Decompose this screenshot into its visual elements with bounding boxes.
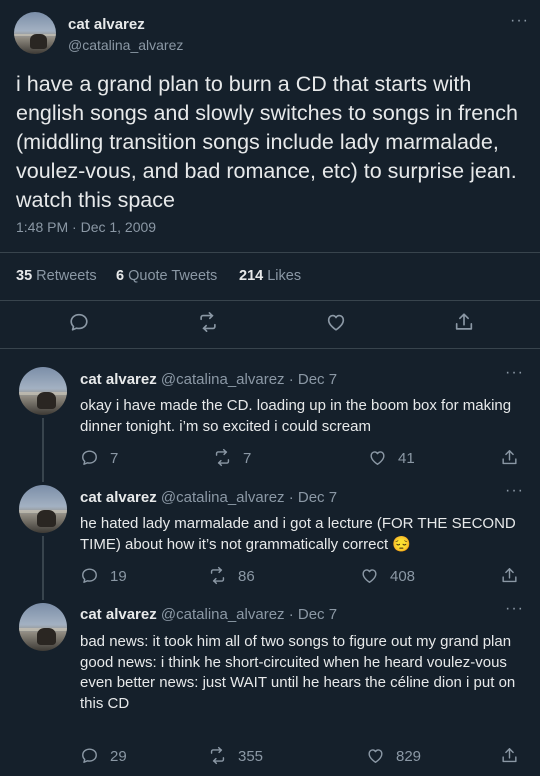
- author-name[interactable]: cat alvarez: [80, 489, 157, 506]
- divider: [0, 348, 540, 349]
- reply-header: cat alvarez @catalina_alvarez · Dec 7: [80, 489, 337, 506]
- reply-icon[interactable]: [80, 448, 99, 467]
- reply-text: he hated lady marmalade and i got a lect…: [80, 515, 520, 553]
- share-icon[interactable]: [500, 566, 519, 585]
- more-options-icon[interactable]: ···: [505, 601, 524, 617]
- likes-count: 214: [239, 268, 264, 284]
- author-name[interactable]: cat alvarez: [80, 371, 157, 388]
- retweet-icon[interactable]: [213, 448, 232, 467]
- tweet-timestamp[interactable]: 1:48 PM · Dec 1, 2009: [16, 219, 156, 235]
- likes-stat[interactable]: 214 Likes: [239, 268, 301, 284]
- more-options-icon[interactable]: ···: [505, 365, 524, 381]
- reply-text: bad news: it took him all of two songs t…: [80, 633, 516, 712]
- divider: [0, 300, 540, 301]
- avatar[interactable]: [19, 367, 67, 415]
- share-icon[interactable]: [500, 448, 519, 467]
- like-icon[interactable]: [325, 311, 347, 333]
- quotes-stat[interactable]: 6 Quote Tweets: [116, 268, 217, 284]
- quotes-count: 6: [116, 268, 125, 284]
- tweet-text: i have a grand plan to burn a CD that st…: [16, 72, 518, 212]
- reply-meta[interactable]: @catalina_alvarez · Dec 7: [161, 489, 337, 506]
- thread-line: [42, 536, 44, 600]
- like-icon[interactable]: [368, 448, 387, 467]
- reply-count: 19: [110, 568, 127, 585]
- reply-icon[interactable]: [80, 746, 99, 765]
- retweets-count: 35: [16, 268, 33, 284]
- avatar[interactable]: [19, 485, 67, 533]
- more-options-icon[interactable]: ···: [505, 483, 524, 499]
- retweets-stat[interactable]: 35 Retweets: [16, 268, 97, 284]
- retweet-icon[interactable]: [208, 746, 227, 765]
- avatar[interactable]: [14, 12, 56, 54]
- retweet-icon[interactable]: [197, 311, 219, 333]
- quotes-label: Quote Tweets: [128, 268, 218, 284]
- retweet-icon[interactable]: [208, 566, 227, 585]
- likes-label: Likes: [267, 268, 302, 284]
- retweet-count: 86: [238, 568, 255, 585]
- retweets-label: Retweets: [36, 268, 97, 284]
- like-count: 408: [390, 568, 416, 585]
- reply-text: okay i have made the CD. loading up in t…: [80, 397, 516, 435]
- reply-count: 7: [110, 450, 119, 467]
- more-options-icon[interactable]: ···: [510, 13, 529, 29]
- reply-header: cat alvarez @catalina_alvarez · Dec 7: [80, 371, 337, 388]
- reply-icon[interactable]: [68, 311, 90, 333]
- author-handle[interactable]: @catalina_alvarez: [68, 37, 183, 53]
- author-name[interactable]: cat alvarez: [68, 16, 145, 33]
- author-name[interactable]: cat alvarez: [80, 606, 157, 623]
- reply-icon[interactable]: [80, 566, 99, 585]
- divider: [0, 252, 540, 253]
- reply-meta[interactable]: @catalina_alvarez · Dec 7: [161, 371, 337, 388]
- reply-meta[interactable]: @catalina_alvarez · Dec 7: [161, 606, 337, 623]
- share-icon[interactable]: [500, 746, 519, 765]
- share-icon[interactable]: [453, 311, 475, 333]
- like-icon[interactable]: [366, 746, 385, 765]
- reply-header: cat alvarez @catalina_alvarez · Dec 7: [80, 606, 337, 623]
- reply-count: 29: [110, 748, 127, 765]
- like-count: 829: [396, 748, 422, 765]
- avatar[interactable]: [19, 603, 67, 651]
- retweet-count: 355: [238, 748, 264, 765]
- thread-line: [42, 418, 44, 482]
- retweet-count: 7: [243, 450, 252, 467]
- like-count: 41: [398, 450, 415, 467]
- like-icon[interactable]: [360, 566, 379, 585]
